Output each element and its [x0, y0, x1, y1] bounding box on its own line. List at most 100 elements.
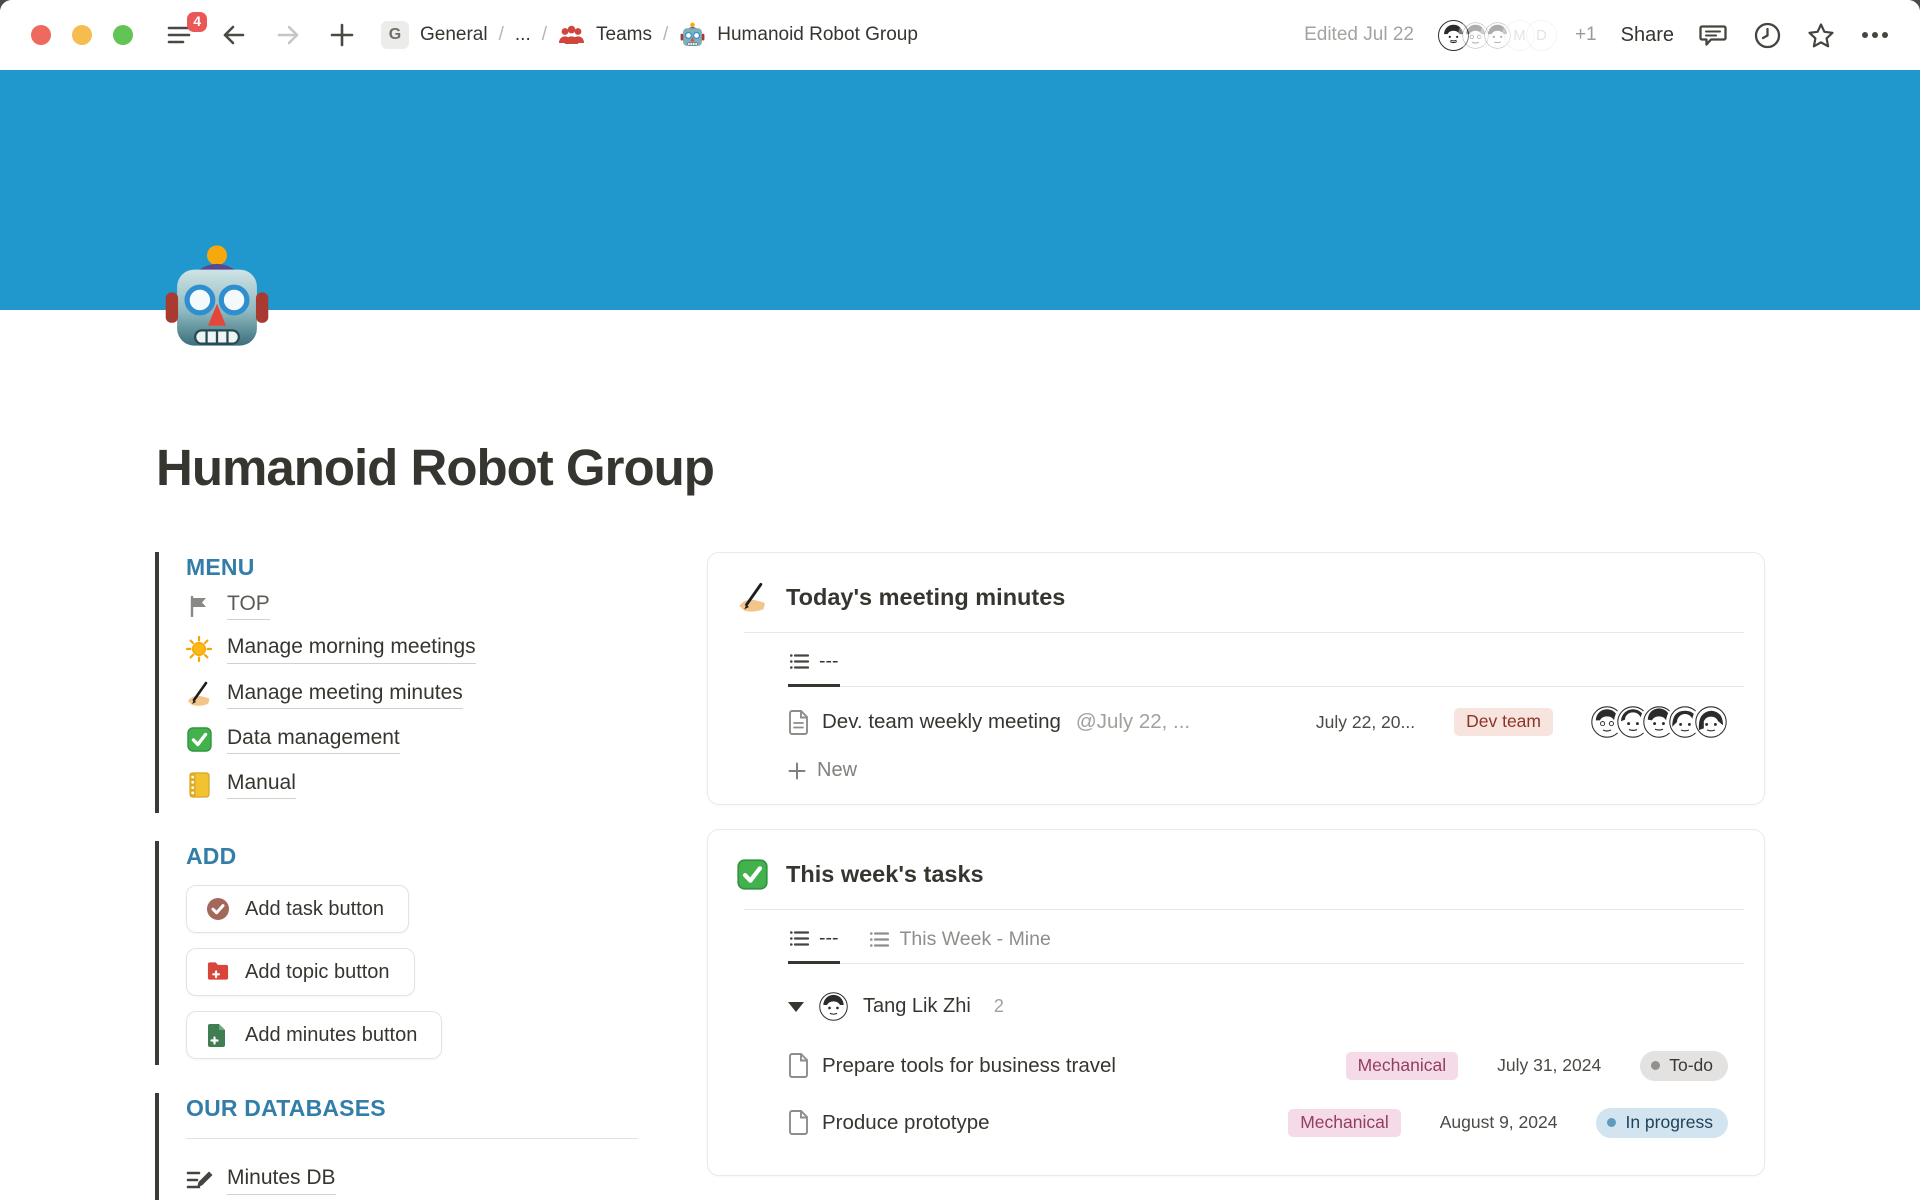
database-item-minutes-db[interactable]: Minutes DB — [186, 1165, 336, 1194]
databases-heading: OUR DATABASES — [186, 1095, 635, 1122]
due-date: August 9, 2024 — [1440, 1112, 1558, 1133]
breadcrumb-separator: / — [499, 24, 504, 46]
assignee-avatar — [819, 992, 848, 1021]
updates-button[interactable] — [1752, 20, 1782, 50]
meeting-row[interactable]: Dev. team weekly meeting @July 22, ... J… — [788, 693, 1728, 751]
comment-bubble-icon — [1699, 22, 1727, 48]
add-minutes-button[interactable]: Add minutes button — [186, 1011, 442, 1059]
task-title: Prepare tools for business travel — [822, 1054, 1116, 1078]
view-tab-label: --- — [819, 650, 838, 673]
menu-item-manual[interactable]: Manual — [186, 762, 296, 807]
menu-section: MENU TOP Manage morning meetings — [155, 552, 635, 813]
breadcrumb-workspace[interactable]: General — [420, 24, 488, 46]
breadcrumb: G General / ... / Teams / Humanoid Robot… — [381, 21, 918, 49]
card-title: Today's meeting minutes — [786, 584, 1065, 611]
page-title: Humanoid Robot Group — [156, 438, 714, 497]
view-tab[interactable]: --- — [788, 910, 840, 964]
new-page-button[interactable] — [327, 20, 357, 50]
menu-item-label: Manual — [227, 770, 296, 799]
weekly-tasks-view-tabs: --- This Week - Mine — [788, 910, 1744, 964]
page-cover[interactable] — [0, 70, 1920, 310]
left-column: MENU TOP Manage morning meetings — [155, 552, 635, 1200]
breadcrumb-teams[interactable]: Teams — [596, 24, 652, 46]
status-badge: In progress — [1596, 1108, 1728, 1138]
page-robot-icon[interactable] — [160, 243, 274, 357]
minimize-button[interactable] — [72, 25, 92, 45]
breadcrumb-ellipsis[interactable]: ... — [515, 24, 531, 46]
workspace-badge[interactable]: G — [381, 21, 409, 49]
topic-folder-icon — [206, 960, 230, 984]
collapse-triangle-icon[interactable] — [788, 1002, 804, 1012]
right-column: Today's meeting minutes --- — [707, 552, 1765, 1200]
view-tab[interactable]: --- — [788, 633, 840, 687]
task-title: Produce prototype — [822, 1111, 990, 1135]
menu-item-label: Manage morning meetings — [227, 634, 476, 663]
add-task-button[interactable]: Add task button — [186, 885, 409, 933]
task-row[interactable]: Produce prototype Mechanical August 9, 2… — [788, 1094, 1728, 1151]
sidebar-toggle-button[interactable]: 4 — [165, 20, 195, 50]
titlebar-right: Edited Jul 22 M D +1 Share — [1304, 20, 1890, 51]
forward-button[interactable] — [273, 20, 303, 50]
comments-button[interactable] — [1698, 20, 1728, 50]
new-meeting-button[interactable]: New — [788, 751, 1728, 798]
team-tag: Dev team — [1454, 708, 1553, 736]
notion-window: 4 G General / ... / — [0, 0, 1920, 1200]
menu-heading: MENU — [186, 554, 635, 581]
add-task-label: Add task button — [245, 898, 384, 921]
viewer-avatar-stack[interactable]: M D — [1438, 20, 1557, 51]
databases-section: OUR DATABASES Minutes DB — [155, 1093, 635, 1200]
list-view-icon — [790, 930, 809, 947]
assignee-group-row: Tang Lik Zhi 2 — [708, 964, 1764, 1027]
clock-icon — [1754, 22, 1781, 49]
breadcrumb-separator: / — [663, 24, 668, 46]
zoom-button[interactable] — [113, 25, 133, 45]
category-tag: Mechanical — [1288, 1109, 1401, 1137]
add-topic-button[interactable]: Add topic button — [186, 948, 415, 996]
robot-page-icon — [679, 22, 706, 49]
list-view-icon — [790, 653, 809, 670]
meeting-date: July 22, 20... — [1316, 712, 1415, 733]
back-button[interactable] — [219, 20, 249, 50]
favorite-button[interactable] — [1806, 20, 1836, 50]
share-button[interactable]: Share — [1621, 24, 1674, 47]
view-tab[interactable]: This Week - Mine — [868, 910, 1052, 963]
plus-icon — [788, 762, 806, 780]
list-view-icon — [870, 931, 889, 948]
divider — [186, 1138, 638, 1139]
page-content: MENU TOP Manage morning meetings — [155, 552, 1765, 1200]
attendee-avatars — [1590, 705, 1728, 739]
assignee-name[interactable]: Tang Lik Zhi — [863, 995, 971, 1018]
meeting-minutes-card: Today's meeting minutes --- — [707, 552, 1765, 805]
database-item-label: Minutes DB — [227, 1165, 336, 1194]
add-section: ADD Add task button Add topic button — [155, 841, 635, 1065]
traffic-lights — [31, 25, 133, 45]
menu-item-top[interactable]: TOP — [186, 587, 270, 626]
more-options-button[interactable] — [1860, 20, 1890, 50]
breadcrumb-page[interactable]: Humanoid Robot Group — [717, 24, 918, 46]
weekly-tasks-card-header: This week's tasks — [708, 830, 1764, 909]
meeting-title: Dev. team weekly meeting — [822, 710, 1061, 734]
menu-item-meeting-minutes[interactable]: Manage meeting minutes — [186, 672, 463, 717]
back-arrow-icon — [221, 24, 247, 46]
task-row[interactable]: Prepare tools for business travel Mechan… — [788, 1037, 1728, 1094]
menu-item-morning-meetings[interactable]: Manage morning meetings — [186, 626, 476, 671]
ellipsis-icon — [1861, 31, 1889, 39]
category-tag: Mechanical — [1346, 1052, 1459, 1080]
document-icon — [788, 710, 809, 735]
writing-hand-icon — [737, 582, 768, 613]
status-badge: To-do — [1640, 1051, 1728, 1081]
avatar-overflow-count[interactable]: +1 — [1575, 24, 1597, 46]
avatar — [1694, 705, 1728, 739]
edited-timestamp[interactable]: Edited Jul 22 — [1304, 24, 1414, 46]
document-icon — [788, 1110, 809, 1135]
menu-item-data-management[interactable]: Data management — [186, 717, 400, 762]
menu-item-label: Data management — [227, 725, 400, 754]
new-button-label: New — [817, 759, 857, 782]
menu-item-label: Manage meeting minutes — [227, 680, 463, 709]
meeting-date-mention: @July 22, ... — [1076, 710, 1190, 734]
menu-item-label: TOP — [227, 591, 270, 620]
flag-icon — [186, 593, 212, 619]
card-title: This week's tasks — [786, 861, 984, 888]
close-button[interactable] — [31, 25, 51, 45]
view-tab-label: --- — [819, 927, 838, 950]
